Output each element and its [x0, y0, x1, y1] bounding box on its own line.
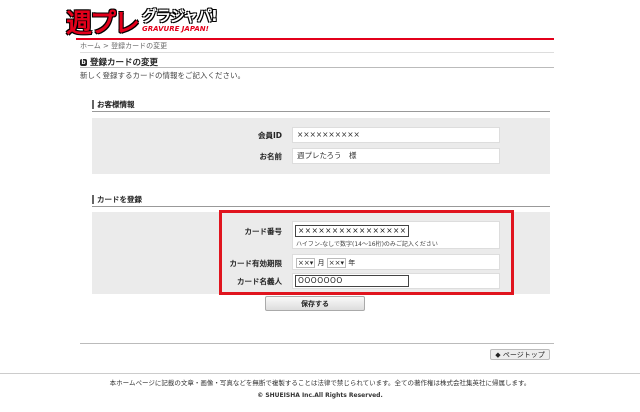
footer-notice: 本ホームページに記載の文章・画像・写真などを無断で複製することは法律で禁じられて…: [109, 379, 531, 387]
save-button[interactable]: 保存する: [265, 296, 365, 311]
customer-heading-text: お客様情報: [97, 100, 135, 109]
title-divider: [80, 67, 554, 68]
breadcrumb-current: 登録カードの変更: [111, 42, 168, 50]
customer-section-heading: お客様情報: [92, 99, 550, 110]
page-top-button[interactable]: ◆ ページトップ: [490, 349, 550, 360]
copyright: © SHUEISHA Inc.All Rights Reserved.: [257, 392, 383, 399]
logo-text-en: GRAVURE JAPAN!: [142, 25, 209, 33]
name-label: お名前: [259, 152, 283, 161]
member-id-value: ××××××××××: [292, 127, 500, 143]
customer-section-divider: [92, 111, 550, 112]
breadcrumb-home-link[interactable]: ホーム: [80, 42, 101, 50]
member-id-label: 会員ID: [257, 131, 282, 140]
section-bar-icon: [92, 195, 94, 204]
name-value: 週プレたろう 様: [292, 148, 500, 164]
card-section-divider: [92, 206, 550, 207]
logo-text-jp: グラジャパ!: [142, 7, 218, 25]
page-top-label: ページトップ: [502, 351, 545, 359]
logo-mark: 週プレ: [66, 8, 140, 39]
logo-text: グラジャパ! GRAVURE JAPAN!: [142, 7, 218, 33]
page-top-icon: ◆: [495, 351, 501, 359]
highlight-frame: [219, 210, 514, 295]
card-heading-text: カードを登録: [97, 195, 142, 204]
intro-text: 新しく登録するカードの情報をご記入ください。: [80, 71, 245, 80]
content-bottom-divider: [80, 343, 554, 344]
breadcrumb: ホーム > 登録カードの変更: [80, 40, 554, 53]
site-logo[interactable]: 週プレ グラジャパ! GRAVURE JAPAN!: [66, 6, 218, 39]
section-bar-icon: [92, 100, 94, 109]
footer-divider: [0, 373, 640, 374]
breadcrumb-separator: >: [103, 42, 109, 50]
card-section-heading: カードを登録: [92, 194, 550, 205]
title-badge-icon: b: [80, 58, 87, 66]
